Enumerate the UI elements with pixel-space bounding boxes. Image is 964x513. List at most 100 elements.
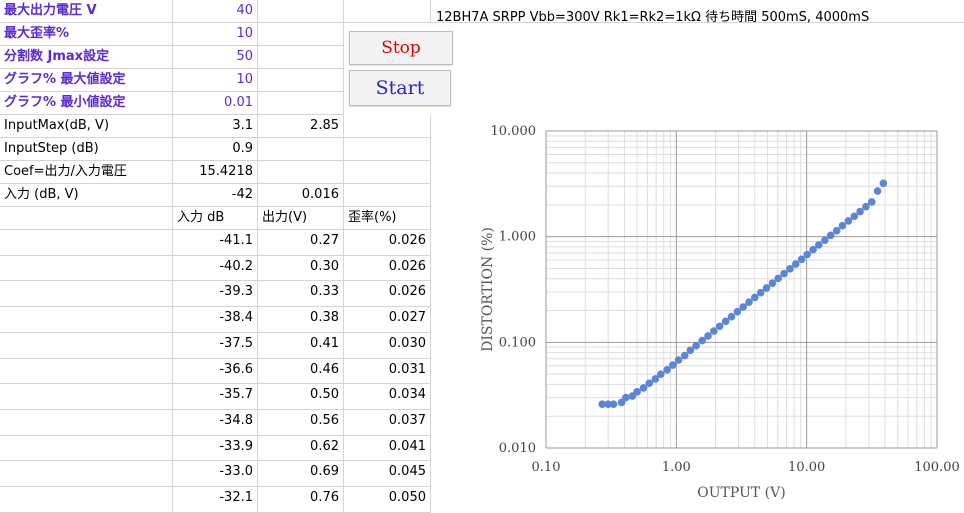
calc-label: Coef=出力/入力電圧 bbox=[0, 161, 173, 184]
data-point bbox=[669, 361, 677, 369]
table-row-cell[interactable]: 0.38 bbox=[258, 307, 344, 333]
table-row-cell[interactable]: -32.1 bbox=[173, 487, 258, 513]
spreadsheet: 最大出力電圧 V 40 最大歪率% 10 分割数 Jmax設定 50 グラフ% 最大値設定 1… bbox=[0, 0, 964, 513]
data-point bbox=[768, 279, 777, 287]
stop-button[interactable]: Stop bbox=[349, 31, 453, 65]
table-row-cell[interactable]: -38.4 bbox=[173, 307, 258, 333]
calc-label: InputMax(dB, V) bbox=[0, 115, 173, 138]
table-row-cell[interactable]: 0.56 bbox=[258, 410, 344, 436]
table-row-cell[interactable]: 0.50 bbox=[258, 384, 344, 410]
table-row-cell[interactable]: 0.050 bbox=[344, 487, 431, 513]
table-row-cell[interactable]: 0.030 bbox=[344, 333, 431, 359]
y-tick-label: 1.000 bbox=[499, 230, 536, 245]
data-point bbox=[727, 312, 736, 321]
data-point bbox=[786, 265, 794, 273]
empty-cell[interactable] bbox=[258, 69, 344, 92]
data-point bbox=[751, 293, 759, 302]
empty-cell[interactable] bbox=[344, 138, 431, 161]
table-row-cell[interactable]: 0.031 bbox=[344, 359, 431, 384]
empty-cell[interactable] bbox=[0, 307, 173, 333]
param-value-cell[interactable]: 10 bbox=[173, 69, 258, 92]
table-row-cell[interactable]: -33.0 bbox=[173, 461, 258, 487]
param-value-cell[interactable]: 0.01 bbox=[173, 92, 258, 115]
calc-value-cell[interactable]: 15.4218 bbox=[173, 161, 258, 184]
empty-cell[interactable] bbox=[258, 46, 344, 69]
param-label: 最大出力電圧 V bbox=[0, 0, 173, 23]
table-row-cell[interactable]: -34.8 bbox=[173, 410, 258, 436]
calc-value-cell[interactable] bbox=[258, 138, 344, 161]
empty-cell[interactable] bbox=[0, 384, 173, 410]
data-point bbox=[832, 226, 841, 235]
start-button[interactable]: Start bbox=[349, 70, 451, 106]
empty-cell[interactable] bbox=[0, 359, 173, 384]
data-point bbox=[838, 221, 847, 230]
calc-value-cell[interactable]: -42 bbox=[173, 184, 258, 207]
table-row-cell[interactable]: -39.3 bbox=[173, 281, 258, 307]
table-row-cell[interactable]: 0.045 bbox=[344, 461, 431, 487]
table-row-cell[interactable]: 0.27 bbox=[258, 230, 344, 256]
empty-cell[interactable] bbox=[0, 207, 173, 230]
data-point bbox=[844, 217, 853, 225]
table-row-cell[interactable]: 0.33 bbox=[258, 281, 344, 307]
table-row-cell[interactable]: 0.026 bbox=[344, 281, 431, 307]
data-point bbox=[867, 198, 876, 206]
table-header: 出力(V) bbox=[258, 207, 344, 230]
calc-value-cell[interactable]: 2.85 bbox=[258, 115, 344, 138]
param-value-cell[interactable]: 10 bbox=[173, 23, 258, 46]
table-row-cell[interactable]: -40.2 bbox=[173, 256, 258, 281]
table-row-cell[interactable]: 0.41 bbox=[258, 333, 344, 359]
table-row-cell[interactable]: 0.026 bbox=[344, 230, 431, 256]
data-point bbox=[826, 231, 835, 240]
y-tick-label: 10.000 bbox=[491, 124, 537, 139]
x-axis-label: OUTPUT (V) bbox=[697, 485, 785, 501]
table-row-cell[interactable]: -37.5 bbox=[173, 333, 258, 359]
param-value-cell[interactable]: 40 bbox=[173, 0, 258, 23]
param-value-cell[interactable]: 50 bbox=[173, 46, 258, 69]
empty-cell[interactable] bbox=[0, 461, 173, 487]
data-point bbox=[762, 284, 771, 292]
data-point bbox=[704, 332, 712, 340]
table-row-cell[interactable]: 0.30 bbox=[258, 256, 344, 281]
empty-cell[interactable] bbox=[0, 256, 173, 281]
table-row-cell[interactable]: 0.69 bbox=[258, 461, 344, 487]
empty-cell[interactable] bbox=[258, 0, 344, 23]
data-point bbox=[656, 370, 665, 378]
param-label: 分割数 Jmax設定 bbox=[0, 46, 173, 69]
calc-label: 入力 (dB, V) bbox=[0, 184, 173, 207]
empty-cell[interactable] bbox=[0, 410, 173, 436]
table-row-cell[interactable]: 0.026 bbox=[344, 256, 431, 281]
data-point bbox=[873, 187, 882, 195]
table-row-cell[interactable]: -33.9 bbox=[173, 436, 258, 461]
table-row-cell[interactable]: -35.7 bbox=[173, 384, 258, 410]
y-axis-label: DISTORTION (%) bbox=[480, 227, 496, 352]
empty-cell[interactable] bbox=[344, 115, 431, 138]
table-row-cell[interactable]: 0.76 bbox=[258, 487, 344, 513]
calc-value-cell[interactable]: 0.016 bbox=[258, 184, 344, 207]
empty-cell[interactable] bbox=[258, 23, 344, 46]
table-header: 入力 dB bbox=[173, 207, 258, 230]
empty-cell[interactable] bbox=[0, 281, 173, 307]
empty-cell[interactable] bbox=[0, 487, 173, 513]
data-point bbox=[803, 250, 812, 259]
calc-value-cell[interactable] bbox=[258, 161, 344, 184]
chart-svg: 0.10 1.00 10.00 100.00 0.010 0.100 1.000 10.000… bbox=[480, 124, 960, 501]
empty-cell[interactable] bbox=[344, 161, 431, 184]
empty-cell[interactable] bbox=[0, 333, 173, 359]
table-row-cell[interactable]: 0.037 bbox=[344, 410, 431, 436]
empty-cell[interactable] bbox=[0, 230, 173, 256]
calc-value-cell[interactable]: 3.1 bbox=[173, 115, 258, 138]
table-row-cell[interactable]: 0.62 bbox=[258, 436, 344, 461]
table-row-cell[interactable]: 0.46 bbox=[258, 359, 344, 384]
table-row-cell[interactable]: -36.6 bbox=[173, 359, 258, 384]
empty-cell[interactable] bbox=[344, 184, 431, 207]
table-row-cell[interactable]: 0.027 bbox=[344, 307, 431, 333]
data-point bbox=[674, 356, 683, 364]
data-point bbox=[774, 274, 783, 283]
table-row-cell[interactable]: 0.034 bbox=[344, 384, 431, 410]
calc-value-cell[interactable]: 0.9 bbox=[173, 138, 258, 161]
table-row-cell[interactable]: -41.1 bbox=[173, 230, 258, 256]
empty-cell[interactable] bbox=[258, 92, 344, 115]
empty-cell[interactable] bbox=[0, 436, 173, 461]
empty-cell[interactable] bbox=[344, 0, 431, 23]
table-row-cell[interactable]: 0.041 bbox=[344, 436, 431, 461]
